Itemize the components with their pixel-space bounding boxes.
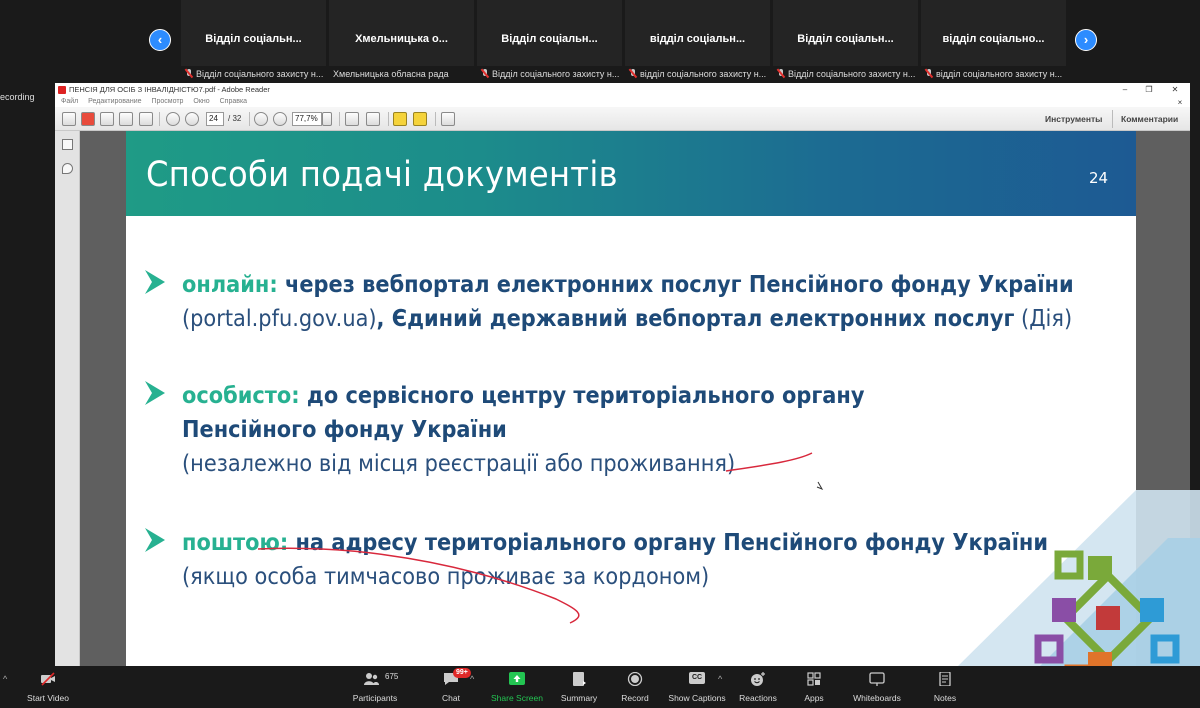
print-icon[interactable] [119,112,133,126]
zoom-out-icon[interactable] [254,112,268,126]
participant-label: Відділ соціального захисту н... [477,67,622,81]
mic-muted-icon [629,69,637,78]
attachments-icon[interactable] [62,163,73,174]
apps-icon [807,672,821,686]
whiteboard-icon [869,672,885,686]
participant-name: Відділ соціальн... [797,33,894,45]
menu-file[interactable]: Файл [61,98,78,105]
menu-edit[interactable]: Редактирование [88,98,141,105]
toolbar-divider [1112,110,1113,128]
mic-muted-icon [925,69,933,78]
mic-muted-icon [185,69,193,78]
fit-page-icon[interactable] [345,112,359,126]
video-off-icon [41,672,55,686]
reader-title-bar: ПЕНСІЯ ДЛЯ ОСІБ З ІНВАЛІДНІСТЮ7.pdf - Ad… [55,83,1190,96]
toolbar-divider [388,112,389,126]
participant-label: відділ соціального захисту н... [625,67,770,81]
participants-count: 675 [385,672,399,681]
reader-menu-bar: Файл Редактирование Просмотр Окно Справк… [55,96,1190,107]
chat-options-caret-icon[interactable]: ^ [470,674,474,684]
participant-name: Відділ соціальн... [501,33,598,45]
show-captions-button[interactable]: CC ^ Show Captions [668,666,726,708]
menu-window[interactable]: Окно [193,98,209,105]
participant-tile[interactable]: Відділ соціальн... [477,0,622,66]
reactions-button[interactable]: Reactions [738,666,778,708]
apps-button[interactable]: Apps [796,666,832,708]
start-video-button[interactable]: Start Video [27,666,69,708]
participant-name: Хмельницька о... [355,33,448,45]
participant-label: Хмельницька обласна рада [329,67,474,81]
notes-button[interactable]: Notes [927,666,963,708]
participant-name: Відділ соціальн... [205,33,302,45]
save-icon[interactable] [100,112,114,126]
fit-width-icon[interactable] [366,112,380,126]
email-icon[interactable] [139,112,153,126]
participants-button[interactable]: 675 Participants [353,666,399,708]
close-window-button[interactable]: ✕ [1165,83,1185,96]
chat-button[interactable]: 99+ ^ Chat [432,666,474,708]
toolbar-divider [435,112,436,126]
record-button[interactable]: Record [616,666,654,708]
participant-strip: ‹ Відділ соціальн... Хмельницька о... Ві… [0,0,1200,83]
participant-label: відділ соціального захисту н... [921,67,1066,81]
page-number-input[interactable]: 24 [206,112,224,126]
participant-tile[interactable]: Відділ соціальн... [773,0,918,66]
participant-label: Відділ соціального захисту н... [773,67,918,81]
participant-tile[interactable]: відділ соціальн... [625,0,770,66]
page-thumbnails-icon[interactable] [62,139,73,150]
create-pdf-icon[interactable] [81,112,95,126]
participant-name: відділ соціально... [942,33,1045,45]
participant-name: відділ соціальн... [649,33,746,45]
reader-nav-pane [55,131,80,666]
reader-toolbar: 24 / 32 77,7% [55,107,1190,131]
toolbar-divider [159,112,160,126]
zoom-in-icon[interactable] [273,112,287,126]
summary-button[interactable]: Summary [559,666,599,708]
page-total: / 32 [228,114,242,123]
menu-view[interactable]: Просмотр [151,98,183,105]
previous-page-icon[interactable] [166,112,180,126]
mic-muted-icon [481,69,489,78]
participant-tile[interactable]: Відділ соціальн... [181,0,326,66]
participant-tile[interactable]: Хмельницька о... [329,0,474,66]
comment-icon[interactable] [393,112,407,126]
restore-button[interactable]: ❐ [1139,83,1159,96]
prev-page-arrow-icon[interactable]: ‹ [149,29,171,51]
open-file-icon[interactable] [62,112,76,126]
meeting-controls-bar: ^ Start Video 675 Participants 99+ ^ Cha… [0,666,1200,708]
participant-label: Відділ соціального захисту н... [181,67,326,81]
captions-options-caret-icon[interactable]: ^ [718,674,722,684]
minimize-button[interactable]: – [1115,83,1135,96]
record-icon [627,672,643,686]
video-options-caret-icon[interactable]: ^ [3,674,7,684]
pdf-file-icon [58,86,66,94]
tools-pane-link[interactable]: Инструменты [1045,114,1102,124]
menu-help[interactable]: Справка [220,98,247,105]
zoom-level-input[interactable]: 77,7% [292,112,322,126]
whiteboards-button[interactable]: Whiteboards [853,666,901,708]
mic-muted-icon [777,69,785,78]
summary-icon [573,672,586,686]
zoom-dropdown-icon[interactable] [322,112,332,126]
notes-icon [939,672,951,686]
highlight-icon[interactable] [413,112,427,126]
captions-cc-icon: CC [689,672,705,684]
reactions-smiley-icon [751,672,765,686]
share-screen-icon [509,672,525,685]
comments-pane-link[interactable]: Комментарии [1121,114,1178,124]
participant-tile[interactable]: відділ соціально... [921,0,1066,66]
fullscreen-icon[interactable] [441,112,455,126]
recording-indicator: ecording [0,92,35,102]
toolbar-divider [339,112,340,126]
next-page-icon[interactable] [185,112,199,126]
chat-unread-badge: 99+ [453,668,471,678]
participants-icon [363,673,379,685]
next-page-arrow-icon[interactable]: › [1075,29,1097,51]
toolbar-divider [249,112,250,126]
window-title: ПЕНСІЯ ДЛЯ ОСІБ З ІНВАЛІДНІСТЮ7.pdf - Ad… [69,85,270,94]
share-screen-button[interactable]: Share Screen [491,666,543,708]
